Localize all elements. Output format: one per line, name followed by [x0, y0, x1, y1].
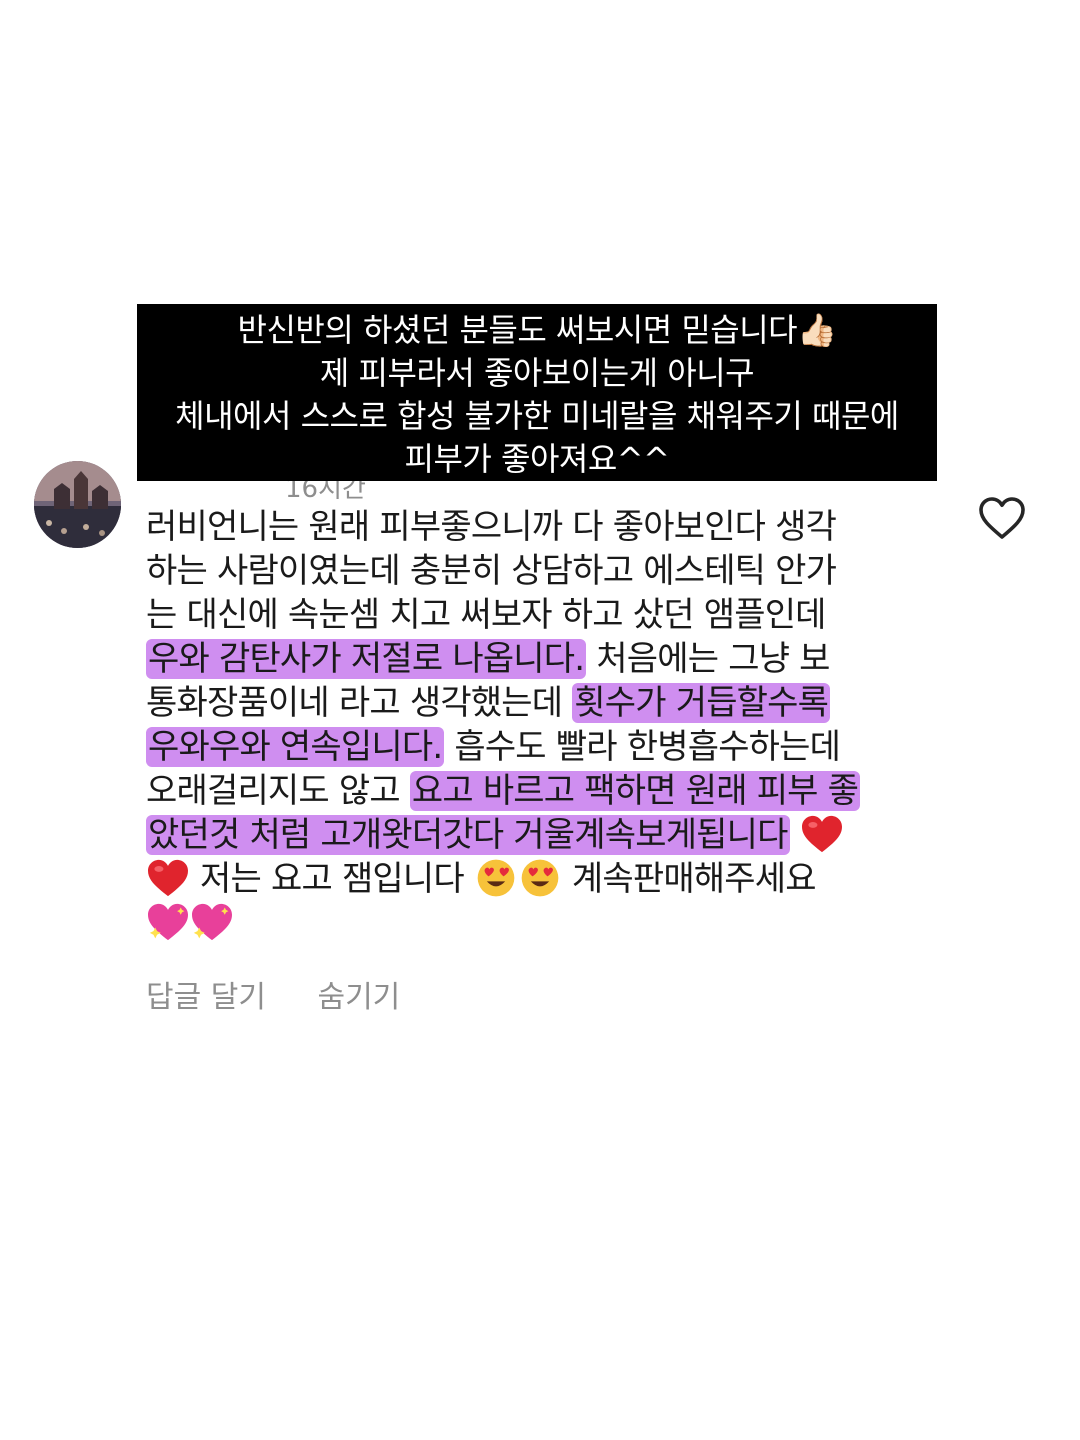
avatar[interactable]	[34, 461, 121, 548]
highlighted-text: 우와우와 연속입니다.	[146, 727, 445, 767]
caption-line: 피부가 좋아져요^^	[404, 440, 670, 478]
story-page: 반신반의 하셨던 분들도 써보시면 믿습니다👍🏻 제 피부라서 좋아보이는게 아…	[0, 0, 1080, 1440]
comment-line: 우와 감탄사가 저절로 나옵니다. 처음에는 그냥 보	[146, 637, 936, 681]
highlighted-text: 우와 감탄사가 저절로 나옵니다.	[146, 639, 587, 679]
comment-body: 러비언니는 원래 피부좋으니까 다 좋아보인다 생각 하는 사람이였는데 충분히…	[146, 505, 936, 945]
reply-button[interactable]: 답글 달기	[146, 972, 266, 1016]
comment-line: 러비언니는 원래 피부좋으니까 다 좋아보인다 생각	[146, 505, 936, 549]
hide-button[interactable]: 숨기기	[317, 972, 400, 1016]
comment-text: 러비언니는 원래 피부좋으니까 다 좋아보인다 생각	[146, 507, 837, 547]
highlighted-text: 았던것 처럼 고개왓더갓다 거울계속보게됩니다	[146, 815, 790, 855]
like-button[interactable]	[978, 496, 1026, 540]
heart-eyes-emoji	[477, 859, 515, 897]
highlighted-text: 요고 바르고 팩하면 원래 피부 좋	[409, 771, 861, 811]
avatar-photo	[34, 461, 121, 548]
red-heart-emoji	[148, 859, 188, 897]
comment-line: 하는 사람이였는데 충분히 상담하고 에스테틱 안가	[146, 549, 936, 593]
red-heart-emoji	[801, 815, 842, 853]
heart-eyes-emoji	[521, 859, 559, 897]
comment-text: 통화장품이네 라고 생각했는데	[146, 683, 573, 723]
caption-overlay: 반신반의 하셨던 분들도 써보시면 믿습니다👍🏻 제 피부라서 좋아보이는게 아…	[137, 304, 937, 481]
caption-line: 반신반의 하셨던 분들도 써보시면 믿습니다👍🏻	[237, 311, 837, 349]
comment-line: 통화장품이네 라고 생각했는데 횟수가 거듭할수록	[146, 681, 936, 725]
comment-line: 오래걸리지도 않고 요고 바르고 팩하면 원래 피부 좋	[146, 769, 936, 813]
sparkling-heart-emoji	[148, 903, 188, 941]
comment-line: 았던것 처럼 고개왓더갓다 거울계속보게됩니다	[146, 813, 936, 857]
caption-line: 제 피부라서 좋아보이는게 아니구	[319, 354, 755, 392]
comment-actions: 답글 달기 숨기기	[146, 972, 400, 1016]
heart-outline-icon	[979, 497, 1025, 539]
comment-text: 처음에는 그냥 보	[586, 639, 830, 679]
comment-text: 저는 요고 잼입니다	[190, 859, 474, 899]
comment-text: 하는 사람이였는데 충분히 상담하고 에스테틱 안가	[146, 551, 837, 591]
comment-text: 계속판매해주세요	[561, 859, 817, 899]
comment-text: 는 대신에 속눈셈 치고 써보자 하고 샀던 앰플인데	[146, 595, 826, 635]
sparkling-heart-emoji	[192, 903, 232, 941]
comment-text: 흡수도 빨라 한병흡수하는데	[444, 727, 841, 767]
comment-line: 저는 요고 잼입니다 계속판매해주세요	[146, 857, 936, 901]
highlighted-text: 횟수가 거듭할수록	[572, 683, 831, 723]
caption-line: 체내에서 스스로 합성 불가한 미네랄을 채워주기 때문에	[175, 397, 899, 435]
comment-line	[146, 901, 936, 945]
comment-line: 우와우와 연속입니다. 흡수도 빨라 한병흡수하는데	[146, 725, 936, 769]
comment-text: 오래걸리지도 않고	[146, 771, 410, 811]
comment-line: 는 대신에 속눈셈 치고 써보자 하고 샀던 앰플인데	[146, 593, 936, 637]
